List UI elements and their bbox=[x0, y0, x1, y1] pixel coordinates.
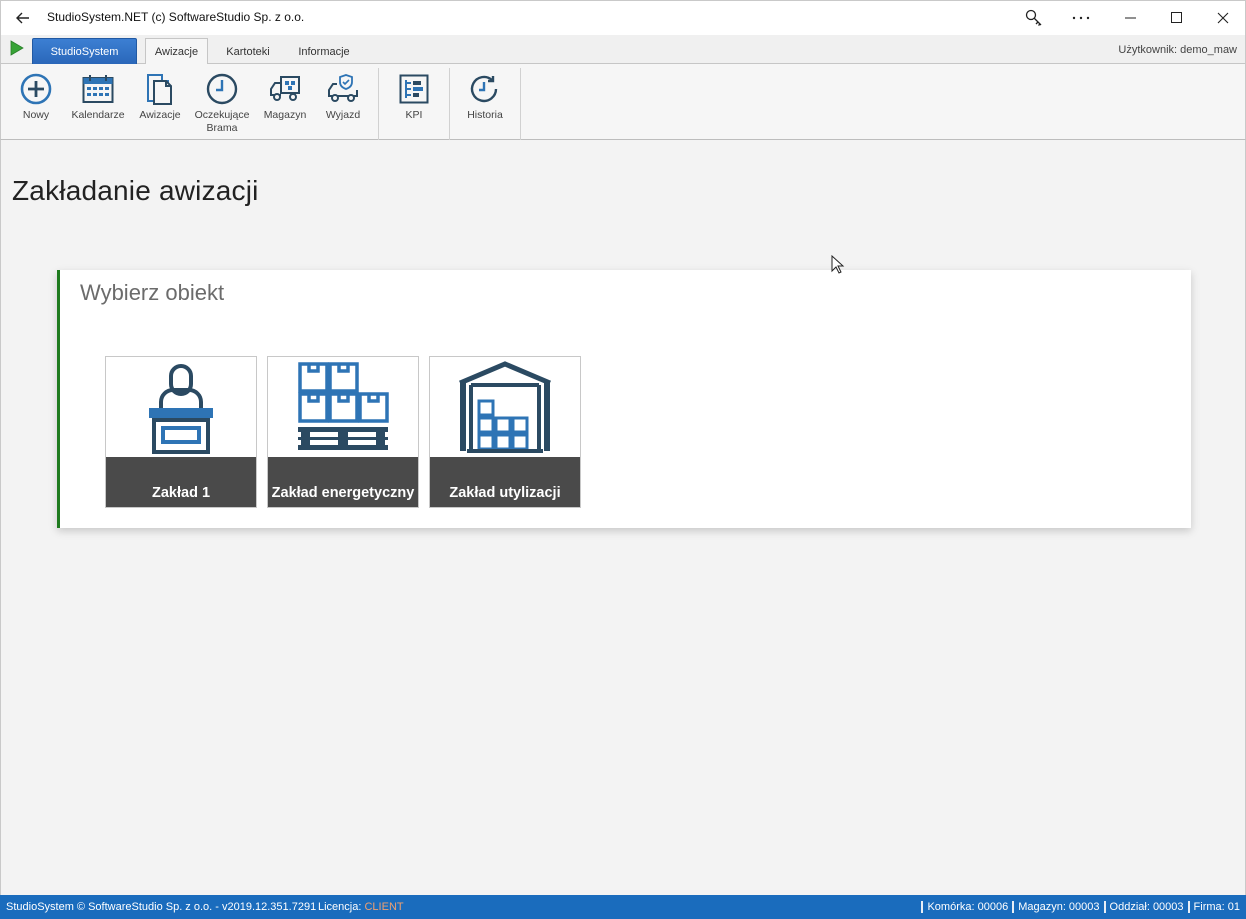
truck-shield-icon bbox=[326, 72, 360, 106]
tile-label: Zakład energetyczny bbox=[268, 457, 418, 507]
title-bar: StudioSystem.NET (c) SoftwareStudio Sp. … bbox=[0, 0, 1246, 35]
card-title: Wybierz obiekt bbox=[80, 280, 225, 305]
clock-icon bbox=[205, 72, 239, 106]
history-button-label: Historia bbox=[467, 109, 503, 121]
license-label: Licencja: bbox=[318, 901, 362, 913]
main-content: Zakładanie awizacji Wybierz obiekt Zakła… bbox=[0, 140, 1246, 895]
warehouse-icon bbox=[430, 357, 580, 457]
new-button[interactable]: Nowy bbox=[1, 72, 71, 122]
tab-awizacje[interactable]: Awizacje bbox=[145, 38, 208, 65]
maximize-icon[interactable] bbox=[1157, 5, 1197, 31]
truck-icon bbox=[268, 72, 302, 106]
history-icon bbox=[468, 72, 502, 106]
tile-label: Zakład 1 bbox=[106, 457, 256, 507]
calendars-button[interactable]: Kalendarze bbox=[63, 72, 133, 122]
documents-icon bbox=[143, 72, 177, 106]
status-firma: Firma: 01 bbox=[1187, 901, 1240, 913]
exit-button-label: Wyjazd bbox=[325, 109, 361, 121]
key-icon[interactable] bbox=[1014, 5, 1054, 31]
calendars-button-label: Kalendarze bbox=[71, 109, 125, 121]
reception-desk-icon bbox=[106, 357, 256, 457]
kpi-button[interactable]: KPI bbox=[379, 72, 449, 122]
tab-informacje[interactable]: Informacje bbox=[287, 38, 361, 65]
kpi-button-label: KPI bbox=[405, 109, 423, 121]
new-button-label: Nowy bbox=[22, 109, 50, 121]
tile-label: Zakład utylizacji bbox=[430, 457, 580, 507]
tile-zaklad-utylizacji[interactable]: Zakład utylizacji bbox=[429, 356, 581, 508]
tile-zaklad-1[interactable]: Zakład 1 bbox=[105, 356, 257, 508]
kpi-icon bbox=[397, 72, 431, 106]
select-object-card: Wybierz obiekt Zakład 1 Zakład energetyc… bbox=[57, 270, 1191, 528]
pallet-boxes-icon bbox=[268, 357, 418, 457]
app-menu-tab[interactable]: StudioSystem bbox=[32, 38, 137, 64]
tab-kartoteki[interactable]: Kartoteki bbox=[215, 38, 281, 65]
page-title: Zakładanie awizacji bbox=[12, 175, 259, 206]
pending-gate-button-label: Oczekujące Brama bbox=[194, 109, 250, 134]
awizacje-button[interactable]: Awizacje bbox=[125, 72, 195, 122]
status-magazyn: Magazyn: 00003 bbox=[1012, 901, 1100, 913]
back-arrow-icon[interactable] bbox=[11, 8, 35, 28]
more-icon[interactable] bbox=[1061, 5, 1101, 31]
calendar-icon bbox=[81, 72, 115, 106]
play-icon[interactable] bbox=[10, 40, 24, 61]
status-oddzial: Oddział: 00003 bbox=[1103, 901, 1184, 913]
ribbon-tab-row: StudioSystem Awizacje Kartoteki Informac… bbox=[0, 35, 1246, 65]
ribbon-toolbar: Nowy Kalendarze Awizacje Oczekujące Brama… bbox=[0, 64, 1246, 140]
user-label: Użytkownik: demo_maw bbox=[1118, 44, 1237, 56]
status-copyright: StudioSystem © SoftwareStudio Sp. z o.o.… bbox=[6, 901, 317, 913]
awizacje-button-label: Awizacje bbox=[139, 109, 181, 121]
pending-gate-button[interactable]: Oczekujące Brama bbox=[187, 72, 257, 135]
status-komorka: Komórka: 00006 bbox=[921, 901, 1008, 913]
exit-button[interactable]: Wyjazd bbox=[308, 72, 378, 122]
close-icon[interactable] bbox=[1203, 5, 1243, 31]
window-title: StudioSystem.NET (c) SoftwareStudio Sp. … bbox=[47, 10, 305, 24]
ribbon-separator bbox=[520, 68, 521, 140]
minimize-icon[interactable] bbox=[1111, 5, 1151, 31]
mouse-cursor-icon bbox=[831, 254, 845, 280]
history-button[interactable]: Historia bbox=[450, 72, 520, 122]
status-bar: StudioSystem © SoftwareStudio Sp. z o.o.… bbox=[0, 895, 1246, 919]
status-info: Komórka: 00006 Magazyn: 00003 Oddział: 0… bbox=[917, 901, 1240, 913]
tile-zaklad-energetyczny[interactable]: Zakład energetyczny bbox=[267, 356, 419, 508]
status-license: Licencja: CLIENT bbox=[318, 901, 404, 913]
plus-circle-icon bbox=[19, 72, 53, 106]
license-value: CLIENT bbox=[364, 901, 404, 913]
